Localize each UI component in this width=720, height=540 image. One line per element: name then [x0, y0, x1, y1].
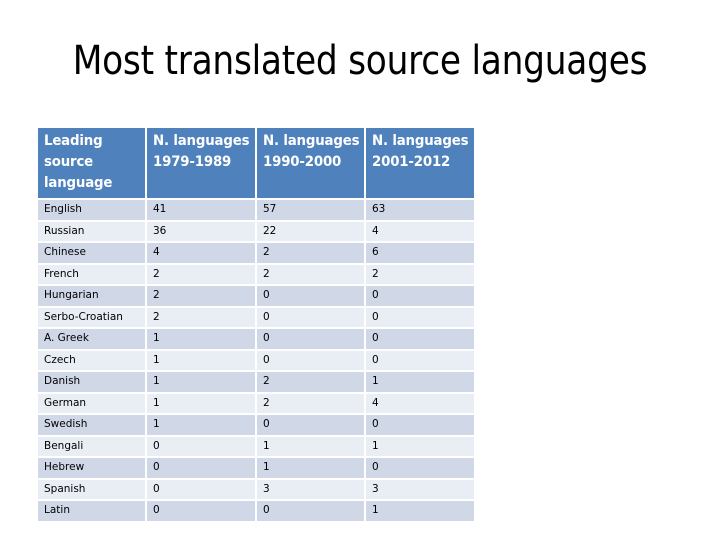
cell-1990-2000: 2 — [255, 370, 366, 394]
cell-2001-2012: 1 — [364, 370, 476, 394]
cell-language: A. Greek — [36, 327, 147, 351]
header-line: N. languages — [372, 133, 469, 149]
table-row: Danish 1 2 1 — [36, 370, 476, 394]
languages-table: Leading source language N. languages 197… — [36, 126, 476, 523]
cell-1979-1989: 36 — [145, 219, 257, 243]
cell-language: Serbo-Croatian — [36, 305, 147, 329]
cell-1979-1989: 2 — [145, 262, 257, 286]
cell-language: Russian — [36, 219, 147, 243]
cell-1979-1989: 0 — [145, 456, 257, 480]
cell-2001-2012: 0 — [364, 413, 476, 437]
cell-2001-2012: 2 — [364, 262, 476, 286]
header-line: source — [44, 154, 94, 170]
header-line: 1990-2000 — [263, 154, 342, 170]
header-line: N. languages — [153, 133, 250, 149]
cell-language: Latin — [36, 499, 147, 523]
cell-1990-2000: 22 — [255, 219, 366, 243]
table-header-row: Leading source language N. languages 197… — [36, 126, 476, 200]
header-line: N. languages — [263, 133, 360, 149]
cell-1979-1989: 1 — [145, 391, 257, 415]
table-row: English 41 57 63 — [36, 198, 476, 222]
cell-1990-2000: 0 — [255, 348, 366, 372]
cell-1979-1989: 41 — [145, 198, 257, 222]
cell-1990-2000: 2 — [255, 391, 366, 415]
cell-2001-2012: 63 — [364, 198, 476, 222]
cell-1979-1989: 4 — [145, 241, 257, 265]
cell-language: Swedish — [36, 413, 147, 437]
header-line: 2001-2012 — [372, 154, 451, 170]
cell-language: Hungarian — [36, 284, 147, 308]
cell-1990-2000: 0 — [255, 499, 366, 523]
cell-language: Danish — [36, 370, 147, 394]
cell-1990-2000: 0 — [255, 413, 366, 437]
header-line: Leading — [44, 133, 103, 149]
table-row: Hungarian 2 0 0 — [36, 284, 476, 308]
cell-2001-2012: 0 — [364, 284, 476, 308]
header-1979-1989: N. languages 1979-1989 — [145, 126, 257, 200]
cell-1990-2000: 0 — [255, 327, 366, 351]
table-row: Spanish 0 3 3 — [36, 477, 476, 501]
cell-language: German — [36, 391, 147, 415]
cell-2001-2012: 4 — [364, 391, 476, 415]
cell-language: Hebrew — [36, 456, 147, 480]
table-row: Russian 36 22 4 — [36, 219, 476, 243]
cell-2001-2012: 3 — [364, 477, 476, 501]
table-row: Bengali 0 1 1 — [36, 434, 476, 458]
cell-language: Bengali — [36, 434, 147, 458]
slide-title: Most translated source languages — [72, 38, 648, 84]
cell-1990-2000: 1 — [255, 434, 366, 458]
table-row: Serbo-Croatian 2 0 0 — [36, 305, 476, 329]
cell-1979-1989: 2 — [145, 284, 257, 308]
header-line: 1979-1989 — [153, 154, 232, 170]
cell-language: Czech — [36, 348, 147, 372]
cell-language: English — [36, 198, 147, 222]
cell-1979-1989: 1 — [145, 370, 257, 394]
cell-1979-1989: 1 — [145, 348, 257, 372]
cell-1979-1989: 2 — [145, 305, 257, 329]
cell-2001-2012: 1 — [364, 434, 476, 458]
cell-2001-2012: 0 — [364, 456, 476, 480]
cell-2001-2012: 1 — [364, 499, 476, 523]
cell-1979-1989: 1 — [145, 413, 257, 437]
cell-2001-2012: 4 — [364, 219, 476, 243]
header-2001-2012: N. languages 2001-2012 — [364, 126, 476, 200]
header-leading-source-language: Leading source language — [36, 126, 147, 200]
table-row: Latin 0 0 1 — [36, 499, 476, 523]
cell-2001-2012: 0 — [364, 327, 476, 351]
cell-1979-1989: 0 — [145, 434, 257, 458]
cell-2001-2012: 0 — [364, 348, 476, 372]
cell-2001-2012: 0 — [364, 305, 476, 329]
cell-1990-2000: 2 — [255, 262, 366, 286]
cell-1979-1989: 1 — [145, 327, 257, 351]
cell-1990-2000: 1 — [255, 456, 366, 480]
cell-language: Spanish — [36, 477, 147, 501]
cell-1979-1989: 0 — [145, 477, 257, 501]
cell-1990-2000: 2 — [255, 241, 366, 265]
cell-1990-2000: 3 — [255, 477, 366, 501]
table-row: Chinese 4 2 6 — [36, 241, 476, 265]
table-row: German 1 2 4 — [36, 391, 476, 415]
header-1990-2000: N. languages 1990-2000 — [255, 126, 366, 200]
cell-1990-2000: 0 — [255, 284, 366, 308]
table-row: A. Greek 1 0 0 — [36, 327, 476, 351]
header-line: language — [44, 175, 113, 191]
cell-2001-2012: 6 — [364, 241, 476, 265]
table-row: French 2 2 2 — [36, 262, 476, 286]
cell-1979-1989: 0 — [145, 499, 257, 523]
table-row: Hebrew 0 1 0 — [36, 456, 476, 480]
cell-1990-2000: 0 — [255, 305, 366, 329]
cell-language: Chinese — [36, 241, 147, 265]
cell-1990-2000: 57 — [255, 198, 366, 222]
cell-language: French — [36, 262, 147, 286]
table-row: Swedish 1 0 0 — [36, 413, 476, 437]
table-row: Czech 1 0 0 — [36, 348, 476, 372]
